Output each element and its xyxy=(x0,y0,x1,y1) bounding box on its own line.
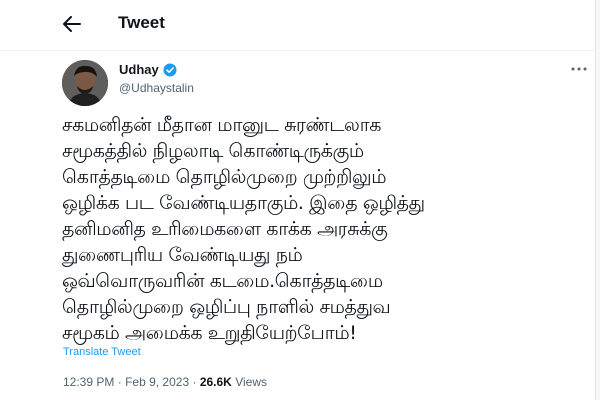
meta-separator: · xyxy=(192,375,197,389)
translate-tweet-link[interactable]: Translate Tweet xyxy=(63,346,141,358)
avatar-image xyxy=(62,60,108,106)
page-title: Tweet xyxy=(118,13,165,32)
tweet-meta: 12:39 PM · Feb 9, 2023 · 26.6K Views xyxy=(63,375,267,389)
author-handle[interactable]: @Udhaystalin xyxy=(119,81,194,95)
back-button[interactable] xyxy=(58,12,86,36)
tweet-line: கொத்தடிமை தொழில்முறை முற்றிலும் xyxy=(62,166,387,188)
tweet-line: தனிமனித உரிமைகளை காக்க அரசுக்கு xyxy=(62,218,388,240)
tweet-line: சமூகம் அமைக்க உறுதியேற்போம்! xyxy=(62,322,357,344)
tweet-line: துணைபுரிய வேண்டியது நம் xyxy=(62,244,303,266)
tweet-line: சகமனிதன் மீதான மானுட சுரண்டலாக xyxy=(62,114,382,136)
more-horizontal-icon xyxy=(571,67,587,71)
tweet-line: ஒழிக்க பட வேண்டியதாகும். இதை ஒழித்து xyxy=(62,192,425,214)
views-count[interactable]: 26.6K xyxy=(200,375,232,389)
author-name-row: Udhay xyxy=(119,62,177,77)
avatar[interactable] xyxy=(62,60,108,106)
tweet-line: சமூகத்தில் நிழலாடி கொண்டிருக்கும் xyxy=(62,140,364,162)
arrow-left-icon xyxy=(63,16,81,32)
tweet-detail-page: Tweet Udhay @Udhaystalin சகமனிதன் மீதான … xyxy=(0,0,596,400)
tweet-line: தொழில்முறை ஒழிப்பு நாளில் சமத்துவ xyxy=(62,296,391,318)
page-header: Tweet xyxy=(0,0,595,51)
tweet-time[interactable]: 12:39 PM xyxy=(63,375,114,389)
meta-separator: · xyxy=(117,375,122,389)
tweet-text: சகமனிதன் மீதான மானுட சுரண்டலாக சமூகத்தில… xyxy=(62,112,582,346)
author-display-name[interactable]: Udhay xyxy=(119,62,159,77)
verified-badge-icon xyxy=(163,63,177,76)
tweet-date[interactable]: Feb 9, 2023 xyxy=(125,375,189,389)
tweet-line: ஒவ்வொருவரின் கடமை.கொத்தடிமை xyxy=(62,270,383,292)
views-label: Views xyxy=(235,375,267,389)
more-options-button[interactable] xyxy=(568,60,590,78)
